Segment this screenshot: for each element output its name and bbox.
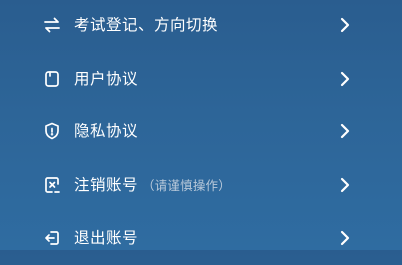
document-icon bbox=[42, 69, 62, 89]
chevron-right-icon bbox=[337, 175, 353, 195]
menu-item-user-agreement[interactable]: 用户协议 bbox=[0, 52, 402, 106]
chevron-right-icon bbox=[337, 121, 353, 141]
menu-item-cancel-account[interactable]: 注销账号 （请谨慎操作） bbox=[0, 158, 402, 212]
chevron-right-icon bbox=[337, 228, 353, 248]
menu-item-label: 退出账号 bbox=[74, 228, 139, 247]
menu-item-label: 注销账号 （请谨慎操作） bbox=[74, 175, 231, 194]
menu-item-logout[interactable]: 退出账号 bbox=[0, 211, 402, 265]
menu-item-label: 用户协议 bbox=[74, 69, 139, 88]
logout-icon bbox=[42, 228, 62, 248]
shield-icon bbox=[42, 121, 62, 141]
menu-item-label: 考试登记、方向切换 bbox=[74, 15, 219, 34]
menu-item-privacy-policy[interactable]: 隐私协议 bbox=[0, 104, 402, 158]
swap-arrows-icon bbox=[42, 15, 62, 35]
menu-item-exam-registration[interactable]: 考试登记、方向切换 bbox=[0, 0, 402, 52]
chevron-right-icon bbox=[337, 69, 353, 89]
menu-item-hint: （请谨慎操作） bbox=[142, 177, 231, 193]
settings-menu: 考试登记、方向切换 用户协议 隐私协议 注销账号 （请谨慎操作） 退出账号 bbox=[0, 0, 402, 250]
chevron-right-icon bbox=[337, 15, 353, 35]
menu-item-label: 隐私协议 bbox=[74, 121, 139, 140]
cancel-account-icon bbox=[42, 175, 62, 195]
